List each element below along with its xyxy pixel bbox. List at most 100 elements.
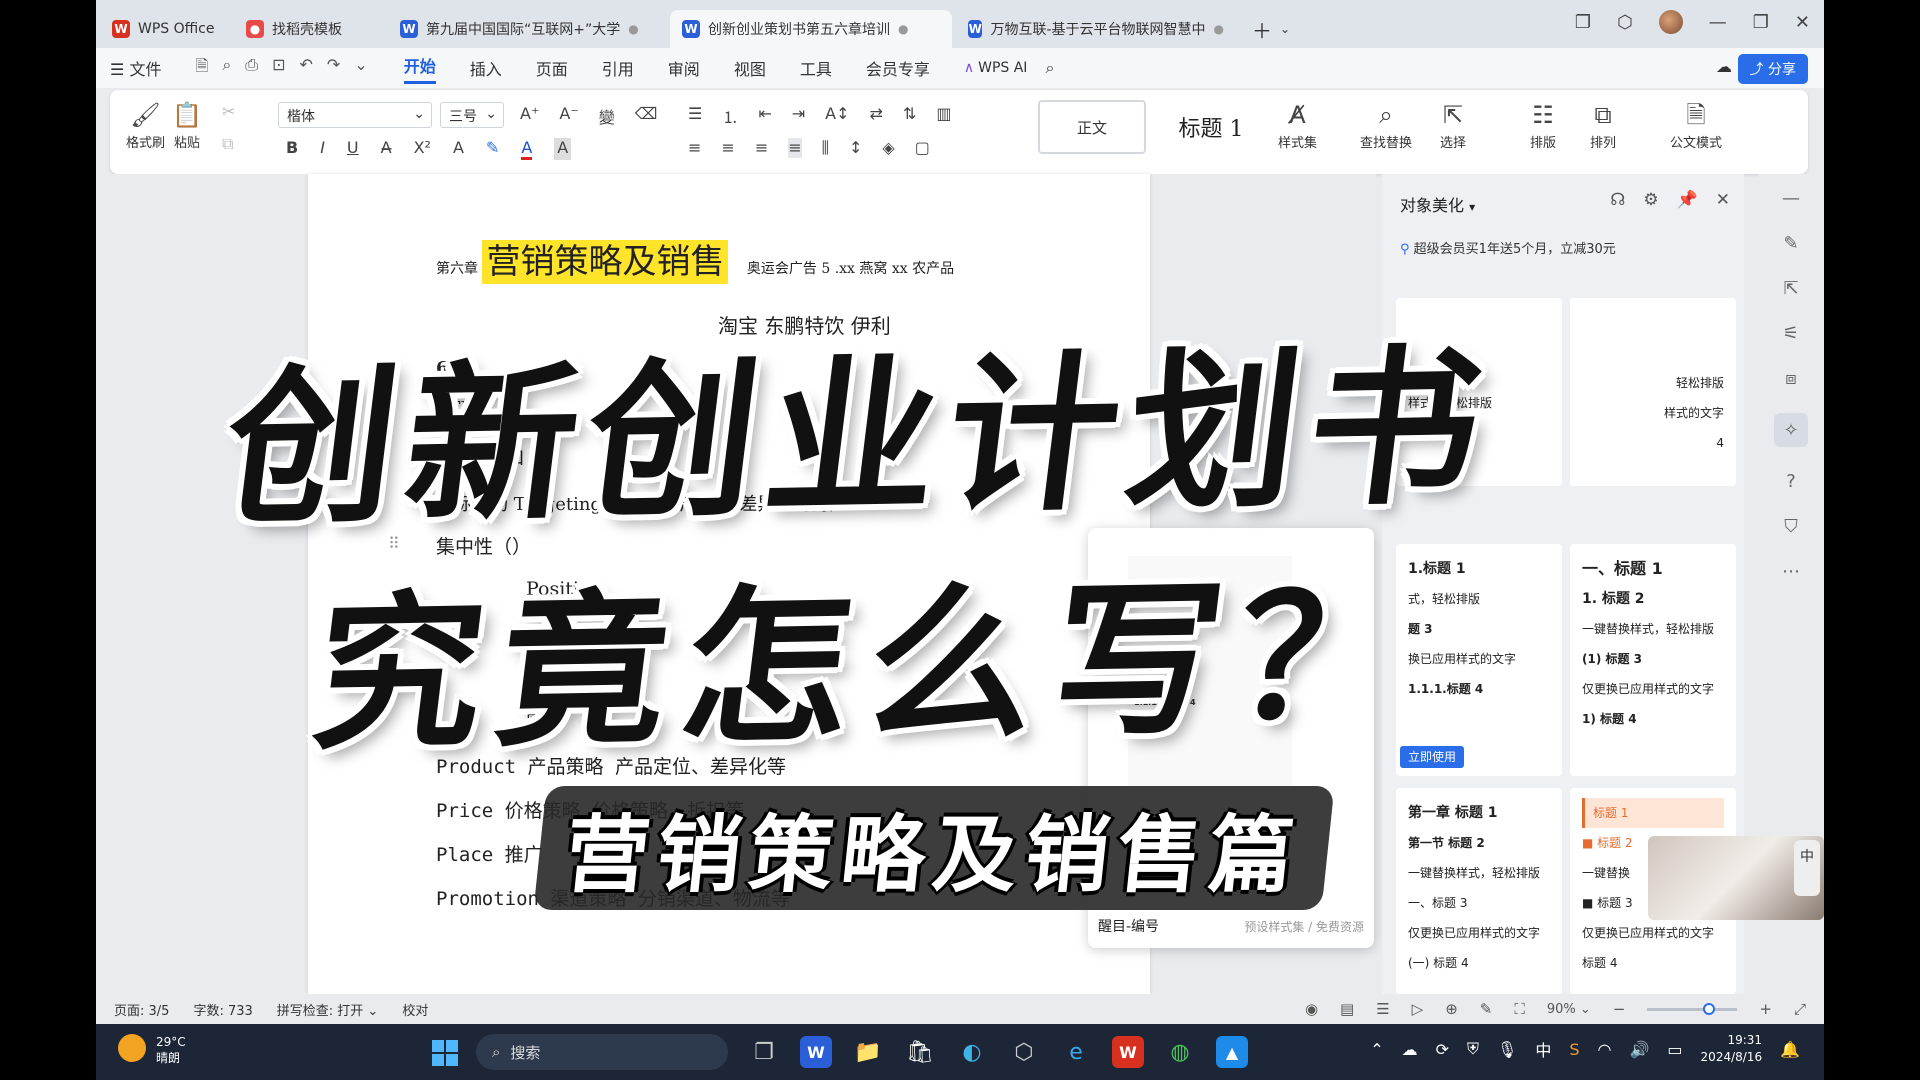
cloud-icon[interactable]: ☁ [1716, 57, 1732, 76]
eye-icon[interactable]: ◉ [1305, 1000, 1318, 1018]
chevron-up-icon[interactable]: ⌃ [1370, 1040, 1383, 1059]
taskbar-search[interactable]: ⌕ 搜索 [476, 1034, 728, 1070]
menu-tools[interactable]: 工具 [800, 56, 832, 80]
wps-icon[interactable]: W [1112, 1036, 1144, 1068]
menu-references[interactable]: 引用 [602, 56, 634, 80]
char-shading-icon[interactable]: A [554, 138, 572, 160]
copy-icon[interactable]: ⧉ [222, 134, 233, 154]
menu-view[interactable]: 视图 [734, 56, 766, 80]
unsaved-dot-icon[interactable]: ● [898, 22, 908, 36]
cursor-icon[interactable]: ⇱ [1783, 278, 1798, 299]
avatar[interactable] [1658, 10, 1683, 34]
cloud-icon[interactable]: ☁ [1402, 1040, 1418, 1059]
style-heading-1[interactable]: 标题 1 [1152, 100, 1270, 154]
layout-icon[interactable]: ❐ [1575, 12, 1591, 33]
edge-icon[interactable]: ◐ [956, 1036, 988, 1068]
official-doc-mode-button[interactable]: 🗎 公文模式 [1670, 98, 1722, 151]
share-button[interactable]: ⤴ 分享 [1737, 54, 1808, 84]
cut-icon[interactable]: ✂ [222, 102, 235, 121]
app-tray-icon[interactable]: S [1569, 1040, 1579, 1059]
highlight-icon[interactable]: ✎ [486, 138, 499, 160]
menu-home[interactable]: 开始 [403, 53, 436, 84]
menu-member[interactable]: 会员专享 [866, 56, 930, 80]
menu-review[interactable]: 审阅 [668, 56, 700, 80]
battery-icon[interactable]: ▭ [1667, 1040, 1682, 1059]
distribute-icon[interactable]: ⫼ [822, 138, 829, 158]
panel-title[interactable]: 对象美化 ▾ [1400, 192, 1475, 216]
chevron-down-icon[interactable]: ⌄ [354, 55, 367, 82]
file-explorer-icon[interactable]: 📁 [852, 1036, 884, 1068]
app-cube-icon[interactable]: ⬡ [1008, 1036, 1040, 1068]
find-replace-button[interactable]: ⌕ 查找替换 [1360, 98, 1412, 151]
font-color-icon[interactable]: A [521, 138, 533, 160]
wifi-icon[interactable]: ◠ [1598, 1040, 1612, 1059]
proofread[interactable]: 校对 [402, 1000, 428, 1019]
spell-check[interactable]: 拼写检查: 打开 ⌄ [277, 1000, 379, 1019]
clock[interactable]: 19:31 2024/8/16 [1701, 1032, 1763, 1066]
task-view-icon[interactable]: ❐ [748, 1036, 780, 1068]
shield-icon[interactable]: ⛨ [1467, 1039, 1479, 1059]
menu-insert[interactable]: 插入 [470, 56, 502, 80]
align-left-icon[interactable]: ≡ [688, 138, 701, 158]
mic-icon[interactable]: 🎙 [1497, 1040, 1517, 1059]
paste-button[interactable]: 📋 粘贴 [172, 98, 202, 151]
style-preview-source[interactable]: 预设样式集 / 免费资源 [1244, 918, 1364, 935]
convert-icon[interactable]: ⇄ [870, 104, 883, 128]
font-size-select[interactable]: 三号 ⌄ [440, 102, 504, 128]
select-button[interactable]: ⇱ 选择 [1440, 98, 1466, 151]
more-icon[interactable]: ⋯ [1782, 561, 1800, 582]
tab-doc-current[interactable]: W 创新创业策划书第五六章培训 ● [670, 10, 952, 48]
pin-icon[interactable]: 📌 [1677, 190, 1698, 210]
shading-icon[interactable]: ◈ [882, 138, 894, 158]
shrink-font-icon[interactable]: A⁻ [559, 104, 578, 128]
grow-font-icon[interactable]: A⁺ [520, 104, 539, 128]
font-family-select[interactable]: 楷体 ⌄ [278, 102, 432, 128]
weather-widget[interactable]: 29°C 晴朗 [118, 1034, 186, 1066]
align-right-icon[interactable]: ≡ [755, 138, 768, 158]
start-icon[interactable] [432, 1040, 458, 1066]
numbered-list-icon[interactable]: ⒈ [722, 104, 738, 128]
zoom-level[interactable]: 90% ⌄ [1547, 1002, 1591, 1017]
zoom-slider-knob[interactable] [1703, 1002, 1716, 1015]
pen-icon[interactable]: ✎ [1783, 233, 1798, 254]
increase-indent-icon[interactable]: ⇥ [792, 104, 805, 128]
bold-icon[interactable]: B [286, 138, 298, 160]
tab-template[interactable]: ● 找稻壳模板 [234, 10, 384, 48]
close-window-icon[interactable]: ✕ [1795, 12, 1810, 33]
phonetic-icon[interactable]: 變 [599, 104, 615, 128]
zoom-slider[interactable] [1647, 1002, 1738, 1015]
menu-page[interactable]: 页面 [536, 56, 568, 80]
sort-icon[interactable]: ⇅ [903, 104, 916, 128]
eraser-icon[interactable]: ⌫ [635, 104, 658, 128]
print-preview-icon[interactable]: ⊡ [272, 55, 285, 82]
sync-icon[interactable]: ⟳ [1436, 1040, 1449, 1059]
tab-doc-iot[interactable]: W 万物互联-基于云平台物联网智慧中 ● [956, 10, 1236, 48]
shirt-icon[interactable]: ⛉ [1784, 516, 1798, 537]
wechat-icon[interactable]: ◍ [1164, 1036, 1196, 1068]
tab-doc-internet-plus[interactable]: W 第九届中国国际“互联网+”大学 ● [388, 10, 666, 48]
fit-icon[interactable]: ⛶ [1514, 1000, 1525, 1018]
ie-icon[interactable]: e [1060, 1036, 1092, 1068]
restore-icon[interactable]: ❐ [1753, 12, 1769, 33]
layout-button[interactable]: ☷ 排版 [1530, 98, 1556, 151]
photos-icon[interactable]: ▲ [1216, 1036, 1248, 1068]
decrease-indent-icon[interactable]: ⇤ [758, 104, 771, 128]
outline-icon[interactable]: ☰ [1376, 1000, 1389, 1018]
columns-icon[interactable]: ▥ [936, 104, 951, 128]
gear-icon[interactable]: ⚙ [1643, 190, 1658, 210]
minimize-icon[interactable]: — [1709, 12, 1727, 33]
text-direction-icon[interactable]: A↕ [825, 104, 849, 128]
undo-icon[interactable]: ↶ [300, 55, 313, 82]
style-card-4[interactable]: 一、标题 1 1. 标题 2 一键替换样式，轻松排版 (1) 标题 3 仅更换已… [1570, 544, 1736, 776]
headset-icon[interactable]: ☊ [1610, 190, 1625, 210]
ime-indicator[interactable]: 中 [1535, 1037, 1551, 1061]
strikethrough-icon[interactable]: A̶ [381, 138, 392, 160]
beautify-icon[interactable]: ✧ [1774, 413, 1808, 447]
redo-icon[interactable]: ↷ [327, 55, 340, 82]
underline-icon[interactable]: U [347, 138, 359, 160]
store-icon[interactable]: 🛍 [904, 1036, 936, 1068]
word-icon[interactable]: W [800, 1036, 832, 1068]
open-icon[interactable]: ⌕ [222, 55, 231, 82]
member-promo[interactable]: ⚲ 超级会员买1年送5个月，立减30元 [1400, 238, 1616, 257]
border-icon[interactable]: ▢ [915, 138, 930, 158]
